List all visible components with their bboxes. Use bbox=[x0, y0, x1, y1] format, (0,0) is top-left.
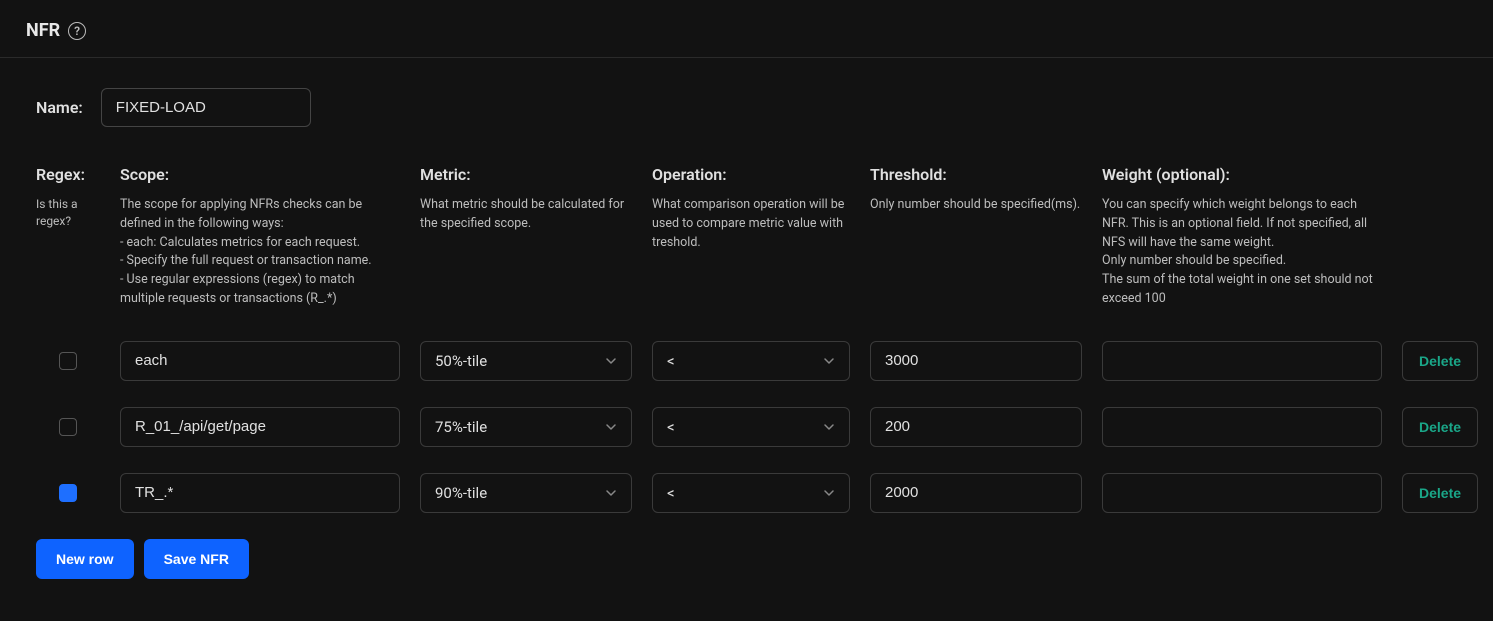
col-operation: Operation: What comparison operation wil… bbox=[652, 165, 870, 309]
delete-button[interactable]: Delete bbox=[1402, 473, 1478, 513]
chevron-down-icon bbox=[605, 421, 617, 433]
nfr-row: 90%-tile<Delete bbox=[36, 473, 1457, 513]
nfr-row: 50%-tile<Delete bbox=[36, 341, 1457, 381]
metric-value: 75%-tile bbox=[435, 418, 487, 436]
scope-input[interactable] bbox=[120, 407, 400, 447]
name-row: Name: bbox=[36, 88, 1457, 127]
col-scope: Scope: The scope for applying NFRs check… bbox=[120, 165, 420, 309]
action-cell: Delete bbox=[1402, 473, 1492, 513]
col-weight-desc: You can specify which weight belongs to … bbox=[1102, 196, 1402, 309]
col-scope-desc: The scope for applying NFRs checks can b… bbox=[120, 196, 420, 309]
weight-input[interactable] bbox=[1102, 473, 1382, 513]
operation-value: < bbox=[667, 418, 675, 436]
regex-checkbox[interactable] bbox=[59, 352, 77, 370]
page-header: NFR ? bbox=[0, 0, 1493, 58]
scope-input[interactable] bbox=[120, 341, 400, 381]
threshold-cell bbox=[870, 407, 1102, 447]
threshold-cell bbox=[870, 473, 1102, 513]
regex-checkbox[interactable] bbox=[59, 418, 77, 436]
help-icon[interactable]: ? bbox=[68, 22, 86, 40]
regex-cell bbox=[36, 352, 120, 370]
col-metric-head: Metric: bbox=[420, 165, 652, 184]
metric-select[interactable]: 90%-tile bbox=[420, 473, 632, 513]
col-regex: Regex: Is this a regex? bbox=[36, 165, 120, 309]
threshold-input[interactable] bbox=[870, 407, 1082, 447]
chevron-down-icon bbox=[823, 487, 835, 499]
col-regex-head: Regex: bbox=[36, 165, 120, 184]
weight-input[interactable] bbox=[1102, 407, 1382, 447]
col-operation-head: Operation: bbox=[652, 165, 870, 184]
metric-cell: 90%-tile bbox=[420, 473, 652, 513]
column-headers: Regex: Is this a regex? Scope: The scope… bbox=[36, 165, 1457, 309]
scope-input[interactable] bbox=[120, 473, 400, 513]
new-row-button[interactable]: New row bbox=[36, 539, 134, 579]
col-threshold-head: Threshold: bbox=[870, 165, 1102, 184]
page-title: NFR bbox=[26, 20, 60, 41]
chevron-down-icon bbox=[605, 487, 617, 499]
operation-cell: < bbox=[652, 407, 870, 447]
chevron-down-icon bbox=[823, 421, 835, 433]
col-operation-desc: What comparison operation will be used t… bbox=[652, 196, 870, 252]
threshold-cell bbox=[870, 341, 1102, 381]
col-regex-desc: Is this a regex? bbox=[36, 196, 120, 231]
nfr-row: 75%-tile<Delete bbox=[36, 407, 1457, 447]
col-metric-desc: What metric should be calculated for the… bbox=[420, 196, 652, 234]
scope-cell bbox=[120, 341, 420, 381]
operation-select[interactable]: < bbox=[652, 473, 850, 513]
action-cell: Delete bbox=[1402, 341, 1492, 381]
col-threshold: Threshold: Only number should be specifi… bbox=[870, 165, 1102, 309]
operation-value: < bbox=[667, 484, 675, 502]
metric-cell: 75%-tile bbox=[420, 407, 652, 447]
delete-button[interactable]: Delete bbox=[1402, 341, 1478, 381]
delete-button[interactable]: Delete bbox=[1402, 407, 1478, 447]
threshold-input[interactable] bbox=[870, 341, 1082, 381]
col-weight: Weight (optional): You can specify which… bbox=[1102, 165, 1402, 309]
operation-select[interactable]: < bbox=[652, 407, 850, 447]
metric-select[interactable]: 75%-tile bbox=[420, 407, 632, 447]
regex-cell bbox=[36, 484, 120, 502]
operation-cell: < bbox=[652, 473, 870, 513]
name-input[interactable] bbox=[101, 88, 311, 127]
content-area: Name: Regex: Is this a regex? Scope: The… bbox=[0, 58, 1493, 599]
col-threshold-desc: Only number should be specified(ms). bbox=[870, 196, 1102, 215]
metric-select[interactable]: 50%-tile bbox=[420, 341, 632, 381]
name-label: Name: bbox=[36, 98, 83, 117]
metric-value: 50%-tile bbox=[435, 352, 487, 370]
col-scope-head: Scope: bbox=[120, 165, 420, 184]
footer-buttons: New row Save NFR bbox=[36, 539, 1457, 579]
regex-cell bbox=[36, 418, 120, 436]
action-cell: Delete bbox=[1402, 407, 1492, 447]
weight-input[interactable] bbox=[1102, 341, 1382, 381]
operation-value: < bbox=[667, 352, 675, 370]
metric-value: 90%-tile bbox=[435, 484, 487, 502]
col-metric: Metric: What metric should be calculated… bbox=[420, 165, 652, 309]
weight-cell bbox=[1102, 407, 1402, 447]
threshold-input[interactable] bbox=[870, 473, 1082, 513]
col-weight-head: Weight (optional): bbox=[1102, 165, 1402, 184]
save-nfr-button[interactable]: Save NFR bbox=[144, 539, 249, 579]
scope-cell bbox=[120, 473, 420, 513]
regex-checkbox[interactable] bbox=[59, 484, 77, 502]
metric-cell: 50%-tile bbox=[420, 341, 652, 381]
weight-cell bbox=[1102, 341, 1402, 381]
operation-cell: < bbox=[652, 341, 870, 381]
chevron-down-icon bbox=[605, 355, 617, 367]
operation-select[interactable]: < bbox=[652, 341, 850, 381]
weight-cell bbox=[1102, 473, 1402, 513]
rows-container: 50%-tile<Delete75%-tile<Delete90%-tile<D… bbox=[36, 341, 1457, 513]
col-actions bbox=[1402, 165, 1492, 309]
scope-cell bbox=[120, 407, 420, 447]
chevron-down-icon bbox=[823, 355, 835, 367]
